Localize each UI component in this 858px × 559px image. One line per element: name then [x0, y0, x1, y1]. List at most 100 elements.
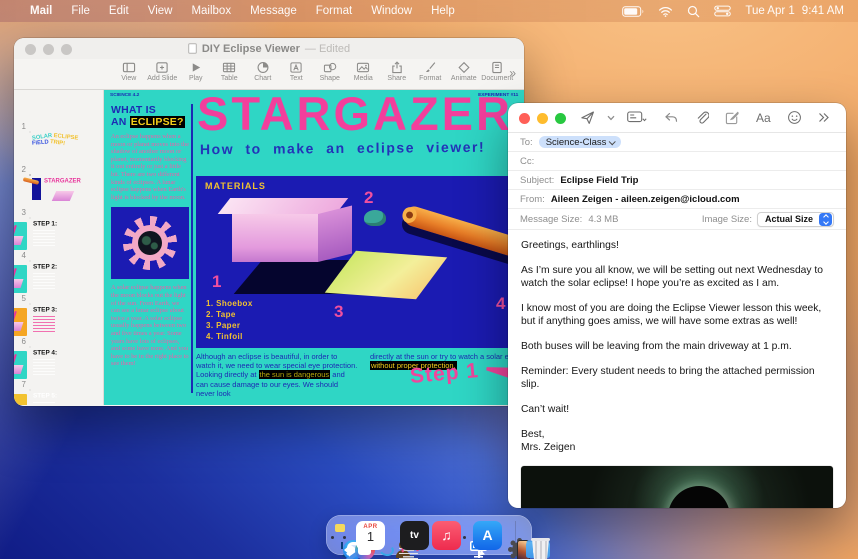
- shape-button[interactable]: Shape: [313, 61, 347, 82]
- body-paragraph: I know most of you are doing the Eclipse…: [521, 302, 833, 328]
- minimize-button[interactable]: [43, 44, 54, 55]
- clock-time: 9:41 AM: [802, 5, 844, 17]
- shoebox-front: [232, 214, 318, 262]
- keynote-traffic-lights: [25, 44, 72, 55]
- close-button[interactable]: [519, 113, 530, 124]
- slide-thumbnail-8[interactable]: 8 DID YOU KNOW: [14, 395, 103, 405]
- format-fonts-button[interactable]: Aa: [748, 107, 779, 129]
- recipient-token[interactable]: Science-Class: [539, 136, 622, 148]
- slide-left-column: WHAT IS AN ECLIPSE? An eclipse happens w…: [111, 105, 189, 368]
- dock-appletv-icon[interactable]: tv: [400, 521, 429, 550]
- token-chevron-icon: [609, 138, 616, 145]
- tinfoil-illustration: [402, 204, 524, 260]
- from-field[interactable]: From: Aileen Zeigen - aileen.zeigen@iclo…: [508, 190, 846, 209]
- materials-heading: MATERIALS: [205, 181, 266, 191]
- menu-clock[interactable]: Tue Apr 1 9:41 AM: [745, 5, 844, 17]
- text-button[interactable]: Text: [280, 61, 314, 82]
- slide-thumbnail-6[interactable]: 6 STEP 4:: [14, 309, 103, 348]
- spotlight-search-icon[interactable]: [687, 5, 700, 18]
- to-field[interactable]: To: Science-Class: [508, 133, 846, 152]
- battery-icon[interactable]: [622, 6, 644, 17]
- sun-illustration: [111, 207, 189, 279]
- message-body-editor[interactable]: Greetings, earthlings! As I’m sure you a…: [508, 230, 846, 454]
- keynote-window: DIY Eclipse Viewer — Edited View Add Sli…: [14, 38, 524, 406]
- body-signoff: Best,: [521, 428, 833, 441]
- send-button[interactable]: [572, 107, 603, 129]
- menu-message[interactable]: Message: [250, 5, 297, 17]
- dock-appstore-icon[interactable]: A: [473, 521, 502, 550]
- menu-edit[interactable]: Edit: [109, 5, 129, 17]
- slide-thumbnail-1[interactable]: 1 SOLAR ECLIPSEFIELD TRIP!: [14, 94, 103, 133]
- markup-compose-icon[interactable]: [717, 107, 748, 129]
- slide-thumbnail-7[interactable]: 7 STEP 5:: [14, 352, 103, 391]
- zoom-button[interactable]: [61, 44, 72, 55]
- message-size-value: 4.3 MB: [588, 214, 618, 225]
- slide-paragraph-2: A solar eclipse happens when the moon bl…: [111, 284, 189, 368]
- materials-box: MATERIALS 1 2 3 4 1. Shoebox 2. Tape: [196, 176, 524, 348]
- more-toolbar-chevron-icon[interactable]: [810, 107, 838, 129]
- media-button[interactable]: Media: [347, 61, 381, 82]
- header-fields-button[interactable]: [619, 107, 655, 129]
- menu-mail[interactable]: Mail: [30, 5, 52, 17]
- cc-field[interactable]: Cc:: [508, 152, 846, 171]
- body-paragraph: Can’t wait!: [521, 403, 833, 416]
- tape-illustration: [364, 210, 386, 226]
- material-number-4: 4: [496, 294, 505, 314]
- toolbar-overflow-chevron-icon[interactable]: »: [509, 66, 516, 80]
- slide-title: STARGAZER: [197, 90, 513, 141]
- material-number-2: 2: [364, 188, 373, 208]
- control-center-icon[interactable]: [714, 5, 731, 17]
- slide-canvas[interactable]: SCIENCE 4.2 EXPERIMENT #11 WHAT IS AN EC…: [104, 90, 524, 405]
- eclipse-photo-attachment[interactable]: [521, 466, 833, 508]
- menu-help[interactable]: Help: [431, 5, 455, 17]
- material-number-3: 3: [334, 302, 343, 322]
- shoebox-side: [318, 206, 352, 262]
- edited-status: — Edited: [305, 43, 350, 55]
- from-value: Aileen Zeigen - aileen.zeigen@icloud.com: [551, 194, 740, 205]
- menu-window[interactable]: Window: [371, 5, 412, 17]
- slide-thumbnail-4[interactable]: 4 STEP 2:: [14, 223, 103, 262]
- message-size-row: Message Size: 4.3 MB Image Size: Actual …: [508, 209, 846, 230]
- subject-field[interactable]: Subject: Eclipse Field Trip: [508, 171, 846, 190]
- dock: APR1 tv ♫ A: [326, 515, 532, 555]
- view-button[interactable]: View: [112, 61, 146, 82]
- step-1-annotation: Step 1: [409, 359, 480, 389]
- zoom-button[interactable]: [555, 113, 566, 124]
- attach-paperclip-icon[interactable]: [686, 107, 717, 129]
- menu-format[interactable]: Format: [316, 5, 352, 17]
- body-paragraph: Reminder: Every student needs to bring t…: [521, 365, 833, 391]
- keynote-titlebar[interactable]: DIY Eclipse Viewer — Edited: [14, 38, 524, 59]
- add-slide-button[interactable]: Add Slide: [146, 61, 180, 82]
- close-button[interactable]: [25, 44, 36, 55]
- slide-thumbnail-5[interactable]: 5 STEP 3:: [14, 266, 103, 305]
- mail-compose-window: Aa To: Science-Class Cc: Subject: Eclips…: [508, 103, 846, 508]
- share-button[interactable]: Share: [380, 61, 414, 82]
- emoji-button[interactable]: [779, 107, 810, 129]
- menu-view[interactable]: View: [148, 5, 173, 17]
- menu-mailbox[interactable]: Mailbox: [191, 5, 231, 17]
- eclipse-moon-disc: [668, 486, 730, 509]
- menu-bar: Mail File Edit View Mailbox Message Form…: [0, 0, 858, 22]
- subject-value: Eclipse Field Trip: [560, 175, 638, 186]
- window-title: DIY Eclipse Viewer: [202, 43, 300, 55]
- play-button[interactable]: Play: [179, 61, 213, 82]
- clock-date: Tue Apr 1: [745, 5, 794, 17]
- chart-button[interactable]: Chart: [246, 61, 280, 82]
- wifi-icon[interactable]: [658, 6, 673, 17]
- keynote-toolbar: View Add Slide Play Table Chart Text: [14, 59, 524, 90]
- slide-heading-line1: WHAT IS: [111, 104, 156, 116]
- reply-arrow-icon[interactable]: [655, 107, 686, 129]
- dock-music-icon[interactable]: ♫: [432, 521, 461, 550]
- table-button[interactable]: Table: [213, 61, 247, 82]
- slide-paragraph-1: An eclipse happens when a moon or planet…: [111, 133, 189, 201]
- select-stepper-icon: [819, 213, 832, 226]
- menu-file[interactable]: File: [71, 5, 90, 17]
- minimize-button[interactable]: [537, 113, 548, 124]
- animate-button[interactable]: Animate: [447, 61, 481, 82]
- mail-toolbar[interactable]: Aa: [508, 103, 846, 133]
- image-size-select[interactable]: Actual Size: [757, 212, 834, 227]
- format-button[interactable]: Format: [414, 61, 448, 82]
- send-options-chevron-icon[interactable]: [603, 107, 619, 129]
- music-note-glyph: ♫: [441, 528, 452, 542]
- slide-column-divider: [191, 104, 193, 393]
